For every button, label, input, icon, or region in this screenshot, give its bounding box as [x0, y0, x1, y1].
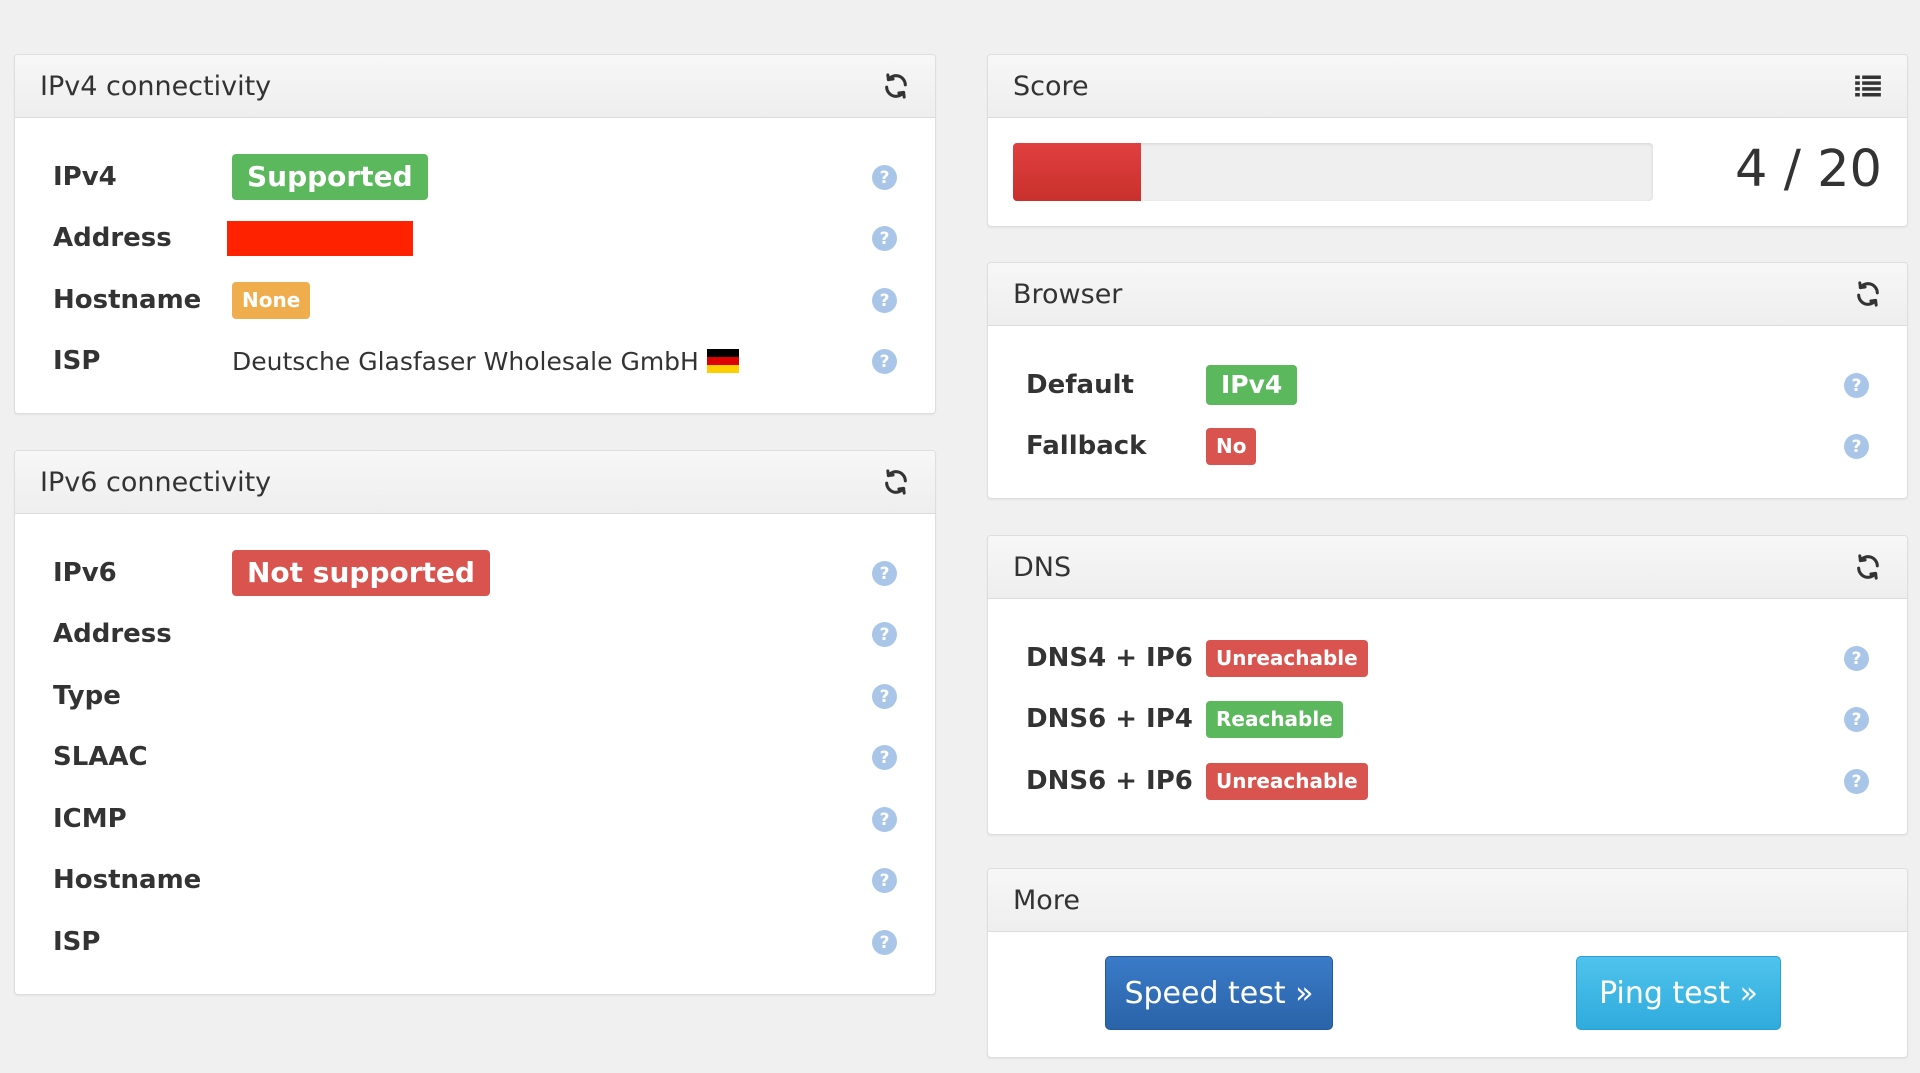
ipv4-panel-title: IPv4 connectivity	[40, 70, 272, 102]
help-icon[interactable]: ?	[872, 561, 897, 586]
fallback-badge: No	[1206, 427, 1257, 465]
ipv4-status-badge: Supported	[232, 154, 428, 200]
more-panel-title: More	[1013, 884, 1080, 916]
refresh-icon[interactable]	[1853, 552, 1883, 582]
address-redacted	[227, 220, 413, 256]
help-icon[interactable]: ?	[872, 288, 897, 313]
score-panel-body: 4 / 20	[988, 118, 1907, 226]
row-label: Type	[53, 681, 121, 711]
row-label: IPv6	[53, 558, 117, 588]
help-icon[interactable]: ?	[872, 745, 897, 770]
help-icon[interactable]: ?	[872, 622, 897, 647]
help-icon[interactable]: ?	[872, 868, 897, 893]
row-label: ICMP	[53, 804, 127, 834]
help-icon[interactable]: ?	[1844, 646, 1869, 671]
ipv6-row-icmp: ICMP ?	[53, 794, 897, 844]
ipv6-row-hostname: Hostname ?	[53, 855, 897, 905]
score-progress-bar	[1013, 143, 1141, 201]
row-label: DNS6 + IP6	[1026, 766, 1193, 796]
dns-row-dns6-ip4: DNS6 + IP4 Reachable ?	[1026, 694, 1869, 744]
ipv4-row-ipv4: IPv4 Supported ?	[53, 152, 897, 202]
default-badge: IPv4	[1206, 365, 1298, 405]
row-label: Hostname	[53, 285, 202, 315]
browser-panel: Browser Default IPv4 ? Fallback No ?	[987, 262, 1908, 499]
row-label: SLAAC	[53, 742, 148, 772]
ipv6-panel-title: IPv6 connectivity	[40, 466, 272, 498]
isp-name: Deutsche Glasfaser Wholesale GmbH	[232, 346, 699, 376]
row-label: Fallback	[1026, 431, 1147, 461]
browser-row-default: Default IPv4 ?	[1026, 360, 1869, 410]
dns-row-dns6-ip6: DNS6 + IP6 Unreachable ?	[1026, 756, 1869, 806]
row-label: DNS6 + IP4	[1026, 704, 1193, 734]
flag-de-icon	[706, 349, 739, 373]
score-panel-title: Score	[1013, 70, 1089, 102]
browser-panel-title: Browser	[1013, 278, 1123, 310]
browser-panel-heading: Browser	[988, 263, 1907, 326]
ipv4-row-isp: ISP Deutsche Glasfaser Wholesale GmbH ?	[53, 336, 897, 386]
ipv6-panel: IPv6 connectivity IPv6 Not supported ? A…	[14, 450, 936, 995]
help-icon[interactable]: ?	[1844, 707, 1869, 732]
ipv6-row-isp: ISP ?	[53, 917, 897, 967]
row-label: IPv4	[53, 162, 117, 192]
ipv6-row-address: Address ?	[53, 609, 897, 659]
ipv4-panel: IPv4 connectivity IPv4 Supported ? Addre…	[14, 54, 936, 414]
refresh-icon[interactable]	[881, 467, 911, 497]
dns4-ip6-badge: Unreachable	[1206, 639, 1368, 677]
row-label: Address	[53, 619, 172, 649]
score-progress	[1013, 143, 1653, 201]
dns6-ip6-badge: Unreachable	[1206, 762, 1368, 800]
dns-panel: DNS DNS4 + IP6 Unreachable ? DNS6 + IP4 …	[987, 535, 1908, 835]
row-label: DNS4 + IP6	[1026, 643, 1193, 673]
dns-row-dns4-ip6: DNS4 + IP6 Unreachable ?	[1026, 633, 1869, 683]
ipv4-row-hostname: Hostname None ?	[53, 275, 897, 325]
hostname-badge: None	[232, 281, 311, 319]
score-text: 4 / 20	[1735, 140, 1882, 199]
row-label: Hostname	[53, 865, 202, 895]
speed-test-button[interactable]: Speed test »	[1105, 956, 1333, 1030]
ipv6-status-badge: Not supported	[232, 550, 490, 596]
help-icon[interactable]: ?	[1844, 769, 1869, 794]
ipv6-panel-heading: IPv6 connectivity	[15, 451, 935, 514]
help-icon[interactable]: ?	[872, 684, 897, 709]
dns6-ip4-badge: Reachable	[1206, 700, 1343, 738]
dns-panel-heading: DNS	[988, 536, 1907, 599]
score-panel: Score 4 / 20	[987, 54, 1908, 227]
row-label: Address	[53, 223, 172, 253]
ipv6-row-type: Type ?	[53, 671, 897, 721]
ipv4-row-address: Address ?	[53, 213, 897, 263]
row-label: ISP	[53, 927, 101, 957]
more-panel-heading: More	[988, 869, 1907, 932]
help-icon[interactable]: ?	[872, 807, 897, 832]
refresh-icon[interactable]	[1853, 279, 1883, 309]
help-icon[interactable]: ?	[872, 930, 897, 955]
refresh-icon[interactable]	[881, 71, 911, 101]
ping-test-button[interactable]: Ping test »	[1576, 956, 1781, 1030]
row-label: Default	[1026, 370, 1134, 400]
ipv6-row-ipv6: IPv6 Not supported ?	[53, 548, 897, 598]
row-label: ISP	[53, 346, 101, 376]
help-icon[interactable]: ?	[872, 165, 897, 190]
score-panel-heading: Score	[988, 55, 1907, 118]
help-icon[interactable]: ?	[1844, 434, 1869, 459]
dns-panel-title: DNS	[1013, 551, 1072, 583]
help-icon[interactable]: ?	[872, 349, 897, 374]
help-icon[interactable]: ?	[1844, 373, 1869, 398]
browser-row-fallback: Fallback No ?	[1026, 421, 1869, 471]
list-icon[interactable]	[1853, 71, 1883, 101]
more-panel: More Speed test » Ping test »	[987, 868, 1908, 1058]
ipv6-row-slaac: SLAAC ?	[53, 732, 897, 782]
ipv4-panel-heading: IPv4 connectivity	[15, 55, 935, 118]
help-icon[interactable]: ?	[872, 226, 897, 251]
